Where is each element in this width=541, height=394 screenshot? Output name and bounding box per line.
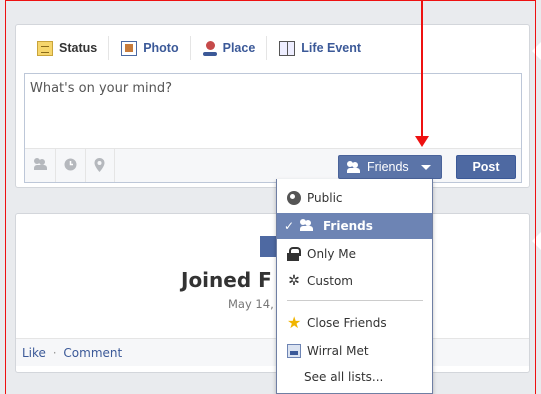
audience-selector-button[interactable]: Friends [338,155,442,179]
status-input-placeholder: What's on your mind? [30,81,172,96]
audience-list-close-friends[interactable]: ★ Close Friends [277,310,432,336]
toolbar-divider [114,149,115,182]
audience-option-label: Public [307,191,343,205]
tag-people-icon[interactable] [33,158,47,172]
tab-place-label: Place [222,41,256,55]
annotation-arrow-head [415,136,429,147]
action-separator: · [52,346,57,360]
audience-option-custom[interactable]: ✲ Custom [277,268,432,294]
like-link[interactable]: Like [22,346,46,360]
audience-list-label: Close Friends [307,316,387,330]
clock-icon[interactable] [63,158,77,172]
audience-option-only-me[interactable]: Only Me [277,241,432,267]
tab-status[interactable]: Status [25,36,110,60]
composer-toolbar: Friends Post [25,148,521,182]
audience-option-label: Only Me [307,247,357,261]
audience-list-label: Wirral Met [307,344,369,358]
place-icon [202,40,217,56]
story-title: Joined F [181,268,272,292]
see-all-lists-link[interactable]: See all lists... [277,364,432,390]
audience-label: Friends [367,160,409,174]
tab-photo-label: Photo [143,41,179,55]
timeline-pointer [532,42,541,60]
timeline-story: Joined F May 14, Like · Comment [15,213,530,373]
menu-divider [287,300,423,301]
photo-icon [121,40,138,56]
friends-icon [347,161,361,173]
tab-place[interactable]: Place [191,36,268,60]
audience-dropdown-menu: Public ✓ Friends Only Me ✲ Custom ★ Clos… [276,179,433,394]
audience-option-friends[interactable]: ✓ Friends [277,213,432,239]
globe-icon [287,191,301,205]
lock-icon [287,247,301,261]
status-icon [37,40,53,56]
status-input[interactable]: What's on your mind? Friends Post [24,73,522,183]
tab-life-event[interactable]: Life Event [267,36,372,60]
story-date: May 14, [228,297,274,311]
star-icon: ★ [287,313,302,332]
see-all-lists-label: See all lists... [304,370,384,384]
audience-option-label: Friends [323,219,373,233]
toolbar-divider [85,149,86,182]
toolbar-divider [55,149,56,182]
gear-icon: ✲ [288,273,300,289]
group-list-icon [287,344,301,358]
audience-option-label: Custom [307,274,353,288]
story-actions: Like · Comment [16,338,529,366]
audience-option-public[interactable]: Public [277,185,432,211]
life-event-icon [279,40,296,56]
timeline-pointer [532,232,541,250]
tab-life-event-label: Life Event [301,41,362,55]
friends-icon [300,219,314,233]
status-composer: Status Photo Place Life Event What's on … [15,24,530,188]
checkmark-icon: ✓ [284,219,295,233]
comment-link[interactable]: Comment [63,346,122,360]
tab-status-label: Status [59,41,98,55]
post-button[interactable]: Post [456,155,516,179]
annotation-arrow-line [421,0,423,137]
composer-tabs: Status Photo Place Life Event [16,25,529,71]
chevron-down-icon [420,164,431,170]
tab-photo[interactable]: Photo [109,36,191,60]
location-pin-icon[interactable] [92,158,106,172]
audience-list-wirral-met[interactable]: Wirral Met [277,338,432,364]
